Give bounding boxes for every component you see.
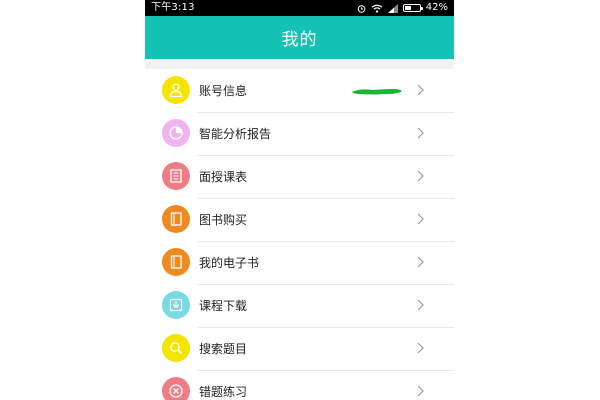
app-header: 我的 xyxy=(145,16,454,59)
signal-icon xyxy=(387,3,398,13)
menu-item-search-questions[interactable]: 搜索题目 xyxy=(145,327,454,370)
download-icon xyxy=(162,291,190,319)
wifi-icon xyxy=(371,4,383,13)
battery-level xyxy=(404,6,411,10)
cross-icon xyxy=(162,377,190,400)
alarm-icon xyxy=(357,4,366,13)
chevron-right-icon xyxy=(417,127,424,139)
status-time: 下午3:13 xyxy=(151,2,195,13)
battery-icon xyxy=(402,4,423,12)
status-bar: 下午3:13 42% xyxy=(145,0,454,16)
chevron-right-icon xyxy=(417,256,424,268)
menu-item-label: 图书购买 xyxy=(199,213,248,227)
chevron-right-icon xyxy=(417,170,424,182)
menu-item-course-download[interactable]: 课程下载 xyxy=(145,284,454,327)
book-icon xyxy=(162,205,190,233)
menu-item-label: 智能分析报告 xyxy=(199,127,272,141)
menu-item-account-info[interactable]: 账号信息 xyxy=(145,69,454,112)
chevron-right-icon xyxy=(417,342,424,354)
status-indicators: 42% xyxy=(357,0,448,16)
menu-list: 账号信息 智能分析报告 面授课表 图书购买 我的电子书 课程下载 搜索题目 错题… xyxy=(145,69,454,400)
menu-item-mistake-practice[interactable]: 错题练习 xyxy=(145,370,454,400)
menu-item-book-purchase[interactable]: 图书购买 xyxy=(145,198,454,241)
search-icon xyxy=(162,334,190,362)
menu-item-label: 错题练习 xyxy=(199,385,248,399)
chevron-right-icon xyxy=(417,299,424,311)
ebook-icon xyxy=(162,248,190,276)
menu-item-class-schedule[interactable]: 面授课表 xyxy=(145,155,454,198)
page-title: 我的 xyxy=(281,30,318,50)
chevron-right-icon xyxy=(417,385,424,397)
menu-item-analysis-report[interactable]: 智能分析报告 xyxy=(145,112,454,155)
schedule-icon xyxy=(162,162,190,190)
phone-screen: 下午3:13 42% 我的 账号信息 智能分析报告 面授课表 图书购买 我的电子… xyxy=(145,0,454,400)
menu-item-label: 搜索题目 xyxy=(199,342,248,356)
menu-item-label: 课程下载 xyxy=(199,299,248,313)
menu-item-my-ebooks[interactable]: 我的电子书 xyxy=(145,241,454,284)
chevron-right-icon xyxy=(417,213,424,225)
user-icon xyxy=(162,76,190,104)
menu-item-label: 账号信息 xyxy=(199,84,248,98)
pie-chart-icon xyxy=(162,119,190,147)
redacted-value xyxy=(352,89,402,95)
menu-item-label: 面授课表 xyxy=(199,170,248,184)
battery-percent: 42% xyxy=(425,2,448,13)
menu-item-label: 我的电子书 xyxy=(199,256,260,270)
chevron-right-icon xyxy=(417,84,424,96)
